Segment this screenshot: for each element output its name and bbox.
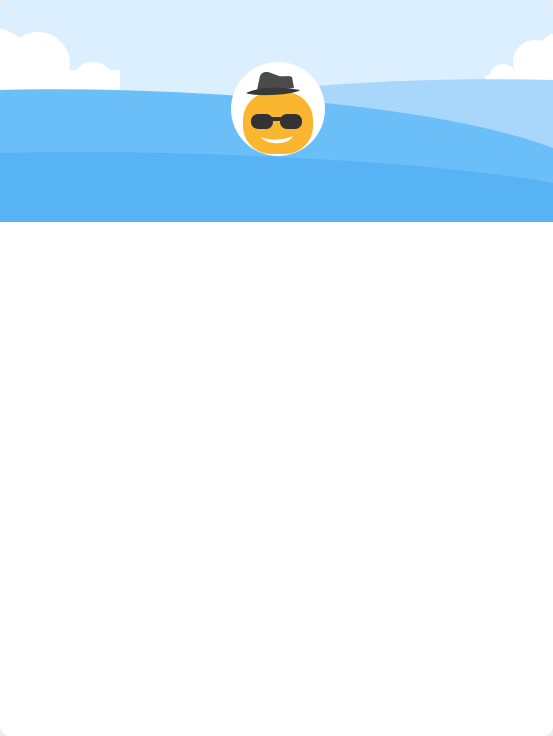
profile-card [0,0,553,736]
glasses-bridge [272,117,281,121]
glasses-right-lens [280,114,302,129]
profile-header-banner [0,0,553,222]
glasses-left-lens [251,114,273,129]
cool-face-with-hat-icon [243,72,313,154]
avatar[interactable] [231,62,325,156]
profile-content-area [0,222,553,736]
hat-crown [257,72,294,90]
